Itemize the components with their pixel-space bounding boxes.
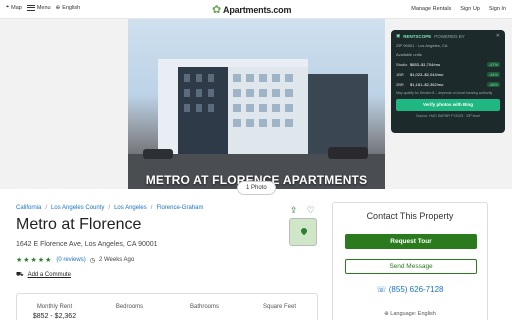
breadcrumb-separator: / (150, 205, 153, 211)
menu-label: Menu (36, 4, 51, 11)
rentscope-row: 2BR $1,181–$2,362/mo -48% (396, 82, 500, 87)
stat-square-feet: Square Feet (242, 294, 317, 320)
rentscope-pct-badge: -44% (486, 72, 500, 77)
contact-panel: Contact This Property Request Tour Send … (332, 202, 488, 320)
globe-icon: ⊕ (384, 311, 389, 317)
rentscope-range: $1,023–$2,044/mo (410, 72, 444, 77)
site-logo[interactable]: ✿ Apartments.com (212, 3, 291, 16)
phone-icon: ☏ (376, 285, 387, 294)
updated-time: 2 Weeks Ago (98, 257, 135, 263)
rentscope-card: ▣ RENTSCOPE POWERED BY ✕ ZIP 90001 · Los… (391, 30, 505, 133)
hamburger-icon (26, 4, 35, 11)
verify-photos-button[interactable]: Verify photos with Bing (396, 99, 500, 111)
stat-bedrooms: Bedrooms (92, 294, 167, 320)
sign-up-link[interactable]: Sign Up (460, 6, 480, 12)
breadcrumb: California / Los Angeles County / Los An… (16, 205, 203, 211)
logo-flower-icon: ✿ (212, 4, 222, 16)
car-icon: ⛟ (16, 272, 24, 278)
contact-title: Contact This Property (366, 211, 454, 221)
request-tour-button[interactable]: Request Tour (345, 234, 477, 249)
rentscope-pct-badge: -48% (486, 82, 500, 87)
rentscope-row: Studio $853–$1,704/mo -47% (396, 62, 500, 67)
rentscope-unit: 1BR (396, 72, 404, 77)
header-left-group: ⌖ Map Menu ⊕ English (6, 4, 80, 11)
map-label: Map (11, 4, 22, 11)
rentscope-row: 1BR $1,023–$2,044/mo -44% (396, 72, 500, 77)
rating-row: ★★★★★ (0 reviews) ◷ 2 Weeks Ago (16, 256, 134, 264)
rentscope-note: May qualify for Section 8 – depends on l… (396, 91, 493, 95)
rentscope-brand: RENTSCOPE (403, 33, 432, 39)
hero-photo[interactable]: METRO AT FLORENCE APARTMENTS (128, 19, 385, 189)
pricing-stats: Monthly Rent $852 - $2,362 Bedrooms Bath… (16, 293, 318, 320)
stat-rent: Monthly Rent $852 - $2,362 (17, 294, 92, 320)
contact-language: ⊕ Language: English (333, 311, 487, 317)
rentscope-zip: ZIP 90001 · Los Angeles, CA (396, 43, 448, 48)
clock-icon: ◷ (89, 257, 95, 264)
rentscope-unit: 2BR (396, 82, 404, 87)
send-message-button[interactable]: Send Message (345, 259, 477, 274)
stat-label: Bedrooms (115, 304, 144, 310)
close-icon[interactable]: ✕ (496, 33, 500, 39)
globe-icon: ⊕ (55, 4, 61, 11)
stat-label: Bathrooms (189, 304, 219, 310)
star-rating: ★★★★★ (16, 257, 53, 264)
share-icon[interactable]: ⇪ (290, 205, 298, 216)
rentscope-range: $1,181–$2,362/mo (410, 82, 444, 87)
map-pin-icon: ⌖ (6, 4, 10, 10)
rentscope-range: $853–$1,704/mo (410, 62, 441, 67)
heart-icon[interactable]: ♡ (307, 205, 315, 216)
building-illustration (128, 59, 385, 189)
rentscope-unit: Studio (396, 62, 408, 67)
phone-link[interactable]: ☏ (855) 626-7128 (333, 285, 487, 294)
map-thumbnail[interactable] (289, 218, 317, 246)
photo-count-button[interactable]: 1 Photo (237, 181, 276, 195)
stat-value: $852 - $2,362 (32, 313, 77, 320)
language-selector[interactable]: ⊕ English (56, 5, 81, 11)
breadcrumb-separator: / (45, 205, 48, 211)
contact-language-label: Language: English (390, 311, 436, 317)
breadcrumb-state[interactable]: California (16, 205, 41, 211)
gallery-left-blank (0, 19, 128, 189)
page-title: Metro at Florence (16, 216, 142, 233)
logo-text: Apartments.com (223, 4, 292, 15)
rentscope-available-units: Available units (396, 52, 422, 57)
listing-actions: ⇪ ♡ (290, 205, 315, 216)
stat-label: Square Feet (262, 304, 297, 310)
menu-button[interactable]: Menu (26, 4, 51, 11)
rentscope-logo-icon: ▣ (396, 33, 401, 38)
stat-label: Monthly Rent (36, 304, 73, 310)
breadcrumb-separator: / (108, 205, 111, 211)
breadcrumb-city[interactable]: Los Angeles (114, 205, 147, 211)
phone-number: (855) 626-7128 (388, 285, 444, 294)
rentscope-header: ▣ RENTSCOPE POWERED BY (396, 33, 500, 39)
breadcrumb-neighborhood[interactable]: Florence-Graham (156, 205, 203, 211)
stat-bathrooms: Bathrooms (167, 294, 242, 320)
add-commute-link[interactable]: ⛟ Add a Commute (16, 271, 71, 279)
add-commute-label: Add a Commute (27, 272, 71, 278)
rentscope-brand-sub: POWERED BY (434, 33, 465, 39)
map-link[interactable]: ⌖ Map (6, 4, 22, 11)
language-label: English (62, 4, 81, 11)
top-header: ⌖ Map Menu ⊕ English ✿ Apartments.com Ma… (0, 0, 512, 19)
rentscope-pct-badge: -47% (486, 62, 500, 67)
property-address: 1642 E Florence Ave, Los Angeles, CA 900… (16, 241, 158, 248)
header-right-links: Manage Rentals Sign Up Sign In (411, 6, 506, 12)
manage-rentals-link[interactable]: Manage Rentals (411, 6, 451, 12)
sign-in-link[interactable]: Sign In (489, 6, 506, 12)
breadcrumb-county[interactable]: Los Angeles County (51, 205, 104, 211)
reviews-link[interactable]: (0 reviews) (56, 257, 85, 263)
rentscope-footer: Source: HUD SAFMR FY2025 · ZIP level (416, 114, 480, 118)
